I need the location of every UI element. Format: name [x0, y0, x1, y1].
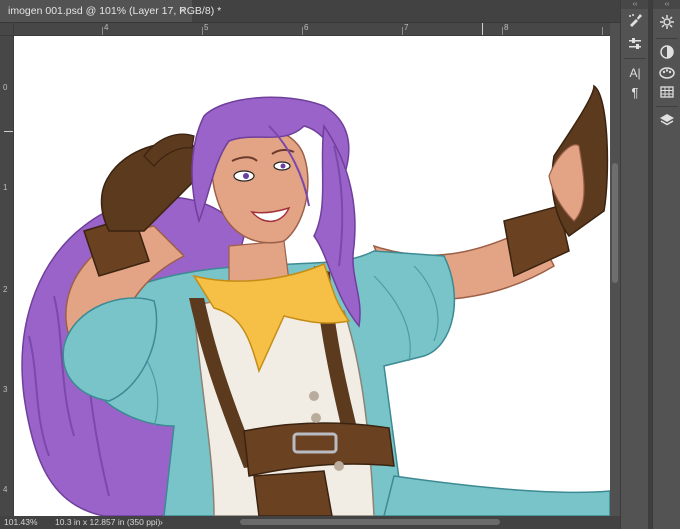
ruler-label: 0 — [3, 83, 8, 92]
collapse-panel-button[interactable]: ‹‹ — [653, 0, 680, 9]
layers-icon[interactable] — [655, 112, 679, 130]
ruler-label: 1 — [3, 183, 8, 192]
panel-dock-left: ‹‹ A| ¶ — [620, 0, 649, 529]
document-info: 10.3 in x 12.857 in (350 ppi) — [55, 517, 161, 527]
ruler-vertical[interactable]: 0 1 2 3 4 — [0, 23, 14, 516]
character-icon[interactable]: A| — [623, 64, 647, 82]
adjust-sliders-icon[interactable] — [623, 36, 647, 54]
document-canvas[interactable] — [14, 36, 610, 516]
color-wheel-icon[interactable] — [655, 14, 679, 32]
brush-settings-icon[interactable] — [623, 12, 647, 30]
vertical-scroll-thumb[interactable] — [612, 163, 618, 283]
panel-dock-right: ‹‹ — [652, 0, 680, 529]
zoom-level[interactable]: 101.43% — [4, 516, 38, 529]
ruler-label: 4 — [104, 23, 109, 32]
swatches-icon[interactable] — [655, 64, 679, 82]
ruler-label: 6 — [304, 23, 309, 32]
ruler-label: 3 — [3, 385, 8, 394]
document-tab[interactable]: imogen 001.psd @ 101% (Layer 17, RGB/8) … — [0, 0, 221, 22]
status-menu-arrow[interactable]: › — [160, 516, 163, 529]
ruler-label: 2 — [3, 285, 8, 294]
document-tab-title: imogen 001.psd @ 101% (Layer 17, RGB/8) … — [8, 5, 222, 17]
ruler-origin[interactable] — [0, 23, 14, 36]
paragraph-icon[interactable]: ¶ — [623, 84, 647, 102]
document-tab-bar: imogen 001.psd @ 101% (Layer 17, RGB/8) … — [0, 0, 620, 23]
ruler-label: 8 — [504, 23, 509, 32]
ruler-horizontal[interactable]: 4 5 6 7 8 — [14, 23, 610, 36]
adjustments-icon[interactable] — [655, 44, 679, 62]
ruler-label: 4 — [3, 485, 8, 494]
ruler-label: 7 — [404, 23, 409, 32]
status-bar: 101.43% 10.3 in x 12.857 in (350 ppi) › — [0, 516, 620, 529]
illustration — [21, 84, 610, 516]
close-tab-icon[interactable]: × — [180, 0, 186, 22]
vertical-scrollbar[interactable] — [610, 23, 620, 516]
ruler-label: 5 — [204, 23, 209, 32]
collapse-panel-button[interactable]: ‹‹ — [621, 0, 649, 9]
table-icon[interactable] — [655, 84, 679, 102]
horizontal-scroll-thumb[interactable] — [240, 519, 500, 525]
